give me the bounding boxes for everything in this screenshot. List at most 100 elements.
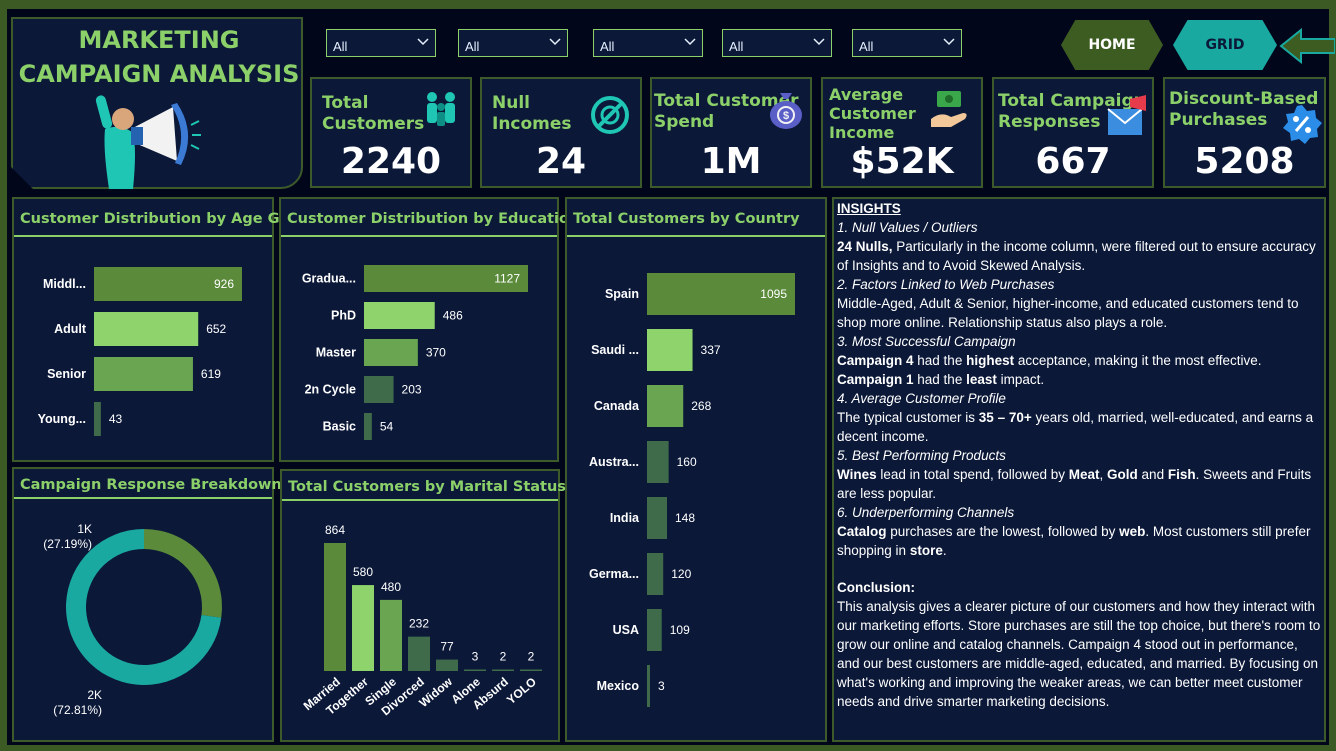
bar[interactable] <box>352 585 374 671</box>
bar[interactable] <box>408 636 430 671</box>
insight-6-text: Catalog purchases are the lowest, follow… <box>837 524 1311 558</box>
back-arrow-icon[interactable] <box>1279 26 1335 66</box>
slice-label: 1K <box>77 522 92 536</box>
insight-5-title: 5. Best Performing Products <box>837 448 1006 463</box>
filter-dropdown-2[interactable]: All <box>458 29 568 57</box>
chevron-down-icon <box>549 38 561 46</box>
kpi-label: Average Customer Income <box>829 85 916 142</box>
bar[interactable] <box>464 669 486 672</box>
kpi-value: $52K <box>850 141 954 182</box>
bar[interactable] <box>647 609 662 651</box>
data-label: 480 <box>381 580 401 594</box>
category-label: Young... <box>38 412 86 426</box>
conclusion-title: Conclusion: <box>837 580 915 595</box>
grid-button[interactable]: GRID <box>1173 20 1277 70</box>
bar[interactable] <box>520 669 542 672</box>
category-label: Canada <box>594 399 640 413</box>
bar[interactable] <box>436 659 458 671</box>
chevron-down-icon <box>684 38 696 46</box>
svg-text:$: $ <box>783 110 789 122</box>
conclusion-text: This analysis gives a clearer picture of… <box>837 599 1321 709</box>
hand-money-icon <box>931 91 967 127</box>
country-chart-panel: Total Customers by Country Spain 1095 Saud… <box>565 197 827 742</box>
bar[interactable] <box>647 385 684 427</box>
kpi-total-customer-spend: Total Customer Spend $ 1M <box>650 77 812 188</box>
bar[interactable] <box>94 357 193 391</box>
chart-title: Total Customers by Country <box>573 211 800 227</box>
bar[interactable] <box>647 441 669 483</box>
bar[interactable] <box>647 497 668 539</box>
data-label: 652 <box>206 322 226 336</box>
filter-dropdown-4[interactable]: All <box>722 29 832 57</box>
campaign-response-donut: 1K(27.19%) 2K(72.81%) <box>43 522 222 717</box>
bar[interactable] <box>324 543 346 671</box>
bar[interactable] <box>94 402 101 436</box>
kpi-null-incomes: Null Incomes 24 <box>480 77 642 188</box>
data-label: 109 <box>670 623 690 637</box>
category-label: PhD <box>331 309 356 323</box>
chart-title: Customer Distribution by Age Group <box>20 211 318 227</box>
bar[interactable] <box>647 553 664 595</box>
kpi-value: 2240 <box>340 141 442 182</box>
chart-title: Campaign Response Breakdown <box>20 477 282 493</box>
bar[interactable] <box>364 339 418 366</box>
kpi-discount-based-purchases: Discount-Based Purchases 5208 <box>1163 77 1326 188</box>
insight-3-text-b: Campaign 1 had the least impact. <box>837 372 1045 387</box>
data-label: 54 <box>380 420 394 434</box>
category-label: Senior <box>47 367 86 381</box>
category-label: Germa... <box>589 567 639 581</box>
slice-pct: (27.19%) <box>43 537 92 551</box>
people-icon <box>427 92 455 126</box>
category-label: USA <box>613 623 639 637</box>
filter-dropdown-3[interactable]: All <box>593 29 703 57</box>
data-label: 268 <box>691 399 711 413</box>
filter-value: All <box>729 39 744 54</box>
data-label: 3 <box>658 679 665 693</box>
money-bag-icon: $ <box>770 93 802 129</box>
bar[interactable] <box>364 376 394 403</box>
kpi-total-campaign-responses: Total Campaign Responses 667 <box>992 77 1154 188</box>
category-label: YOLO <box>504 675 539 708</box>
kpi-value: 5208 <box>1194 141 1295 182</box>
data-label: 2 <box>500 650 507 664</box>
bar[interactable] <box>364 302 435 329</box>
category-label: Master <box>316 346 356 360</box>
data-label: 120 <box>671 567 691 581</box>
insight-6-title: 6. Underperforming Channels <box>837 505 1015 520</box>
insights-heading: INSIGHTS <box>837 201 901 216</box>
null-icon <box>591 96 629 134</box>
data-label: 370 <box>426 346 446 360</box>
category-label: Austra... <box>589 455 639 469</box>
insight-5-text: Wines lead in total spend, followed by M… <box>837 467 1312 501</box>
category-label: 2n Cycle <box>305 383 356 397</box>
data-label: 203 <box>402 383 422 397</box>
filter-dropdown-1[interactable]: All <box>326 29 436 57</box>
age-group-chart-panel: Customer Distribution by Age Group Middl… <box>12 197 317 462</box>
title-line-2: CAMPAIGN ANALYSIS <box>18 60 300 88</box>
bar[interactable] <box>364 413 372 440</box>
bar[interactable] <box>647 329 693 371</box>
bar[interactable] <box>380 599 402 671</box>
data-label: 926 <box>214 277 234 291</box>
home-button[interactable]: HOME <box>1061 20 1163 70</box>
data-label: 486 <box>443 309 463 323</box>
campaign-response-panel: Campaign Response Breakdown 1K (27.19%) 2K… <box>12 467 282 742</box>
data-label: 580 <box>353 565 373 579</box>
filter-value: All <box>859 39 874 54</box>
kpi-label: Null Incomes <box>492 93 572 134</box>
bar[interactable] <box>94 312 199 346</box>
chart-title-rule <box>567 235 825 237</box>
dashboard-title: MARKETING CAMPAIGN ANALYSIS <box>13 23 305 91</box>
chevron-down-icon <box>417 38 429 46</box>
filter-dropdown-5[interactable]: All <box>852 29 962 57</box>
bar[interactable] <box>492 669 514 672</box>
kpi-value: 24 <box>535 141 587 182</box>
chart-title-rule <box>282 499 558 501</box>
kpi-total-customers: Total Customers 2240 <box>310 77 472 188</box>
insight-1-text: 24 Nulls, Particularly in the income col… <box>837 239 1316 273</box>
chart-title: Total Customers by Marital Status <box>288 479 566 495</box>
donut-slice[interactable] <box>144 529 222 618</box>
data-label: 864 <box>325 523 345 537</box>
bar[interactable] <box>647 665 650 707</box>
kpi-value: 1M <box>700 141 762 182</box>
